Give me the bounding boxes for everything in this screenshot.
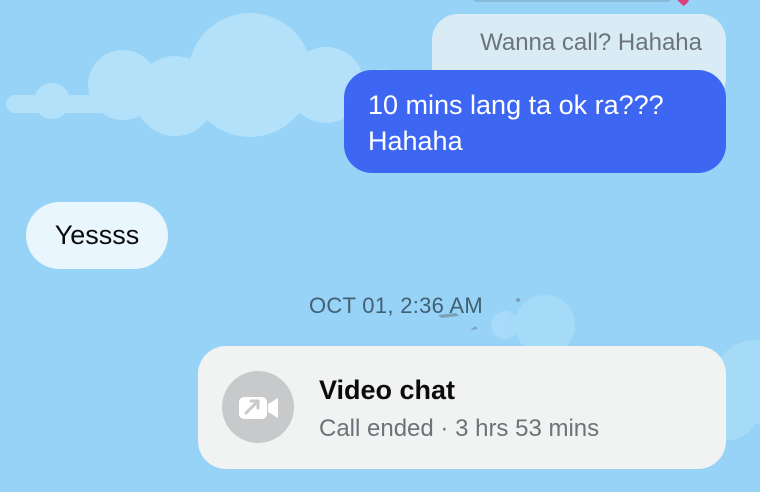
outgoing-message-bubble[interactable]: 10 mins lang ta ok ra??? Hahaha <box>344 70 726 173</box>
video-call-icon <box>222 371 294 443</box>
chat-thread[interactable]: Wanna call? Hahaha 10 mins lang ta ok ra… <box>0 0 760 492</box>
incoming-message-bubble[interactable]: Yessss <box>26 202 168 269</box>
call-title: Video chat <box>319 375 456 405</box>
video-call-card[interactable]: Video chat Call ended · 3 hrs 53 mins <box>198 346 726 469</box>
previous-message-edge <box>472 0 672 2</box>
call-duration: Call ended · 3 hrs 53 mins <box>319 415 600 442</box>
message-timestamp: OCT 01, 2:36 AM <box>308 293 484 318</box>
